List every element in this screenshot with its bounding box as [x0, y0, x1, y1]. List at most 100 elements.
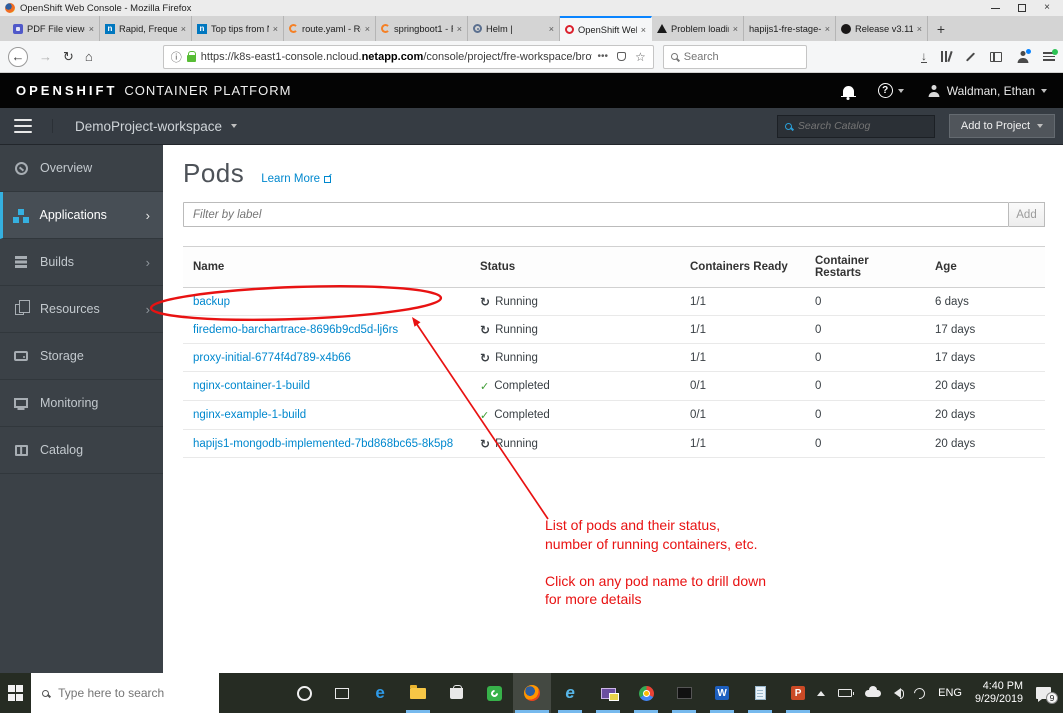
sidebar-item-builds[interactable]: Builds ›: [0, 239, 163, 286]
account-icon[interactable]: [1016, 48, 1031, 63]
catalog-search-box[interactable]: [776, 114, 935, 138]
secure-lock-icon[interactable]: [186, 50, 196, 62]
pod-name-link[interactable]: hapijs1-mongodb-implemented-7bd868bc65-8…: [193, 438, 453, 450]
tab-springboot1[interactable]: springboot1 - F ×: [376, 16, 468, 41]
notepad-button[interactable]: [741, 673, 779, 713]
browser-search-input[interactable]: [683, 50, 774, 63]
nav-hamburger-icon[interactable]: [14, 119, 53, 133]
tab-top-tips[interactable]: n Top tips from N ×: [192, 16, 284, 41]
task-view-button[interactable]: [323, 673, 361, 713]
restarts-value: 0: [805, 429, 925, 458]
tab-rapid-frequent[interactable]: n Rapid, Frequen ×: [100, 16, 192, 41]
close-tab-icon[interactable]: ×: [365, 24, 370, 34]
edit-toolbar-icon[interactable]: [965, 51, 976, 62]
command-prompt-button[interactable]: [665, 673, 703, 713]
action-center-icon[interactable]: 9: [1036, 687, 1058, 704]
start-button[interactable]: [0, 673, 31, 713]
add-filter-button[interactable]: Add: [1009, 202, 1045, 227]
new-tab-button[interactable]: +: [928, 16, 954, 41]
table-row: nginx-container-1-build ✓ Completed 0/1 0…: [183, 371, 1045, 401]
minimize-icon[interactable]: [991, 7, 1001, 9]
onedrive-icon[interactable]: [865, 685, 882, 697]
status-text: Running: [495, 323, 538, 336]
sidebar-item-storage[interactable]: Storage: [0, 333, 163, 380]
cortana-button[interactable]: [285, 673, 323, 713]
close-tab-icon[interactable]: ×: [89, 24, 94, 34]
chevron-down-icon: [1041, 88, 1047, 93]
volume-icon[interactable]: [894, 688, 905, 699]
restarts-value: 0: [805, 343, 925, 372]
sidebar-item-applications[interactable]: Applications ›: [0, 192, 163, 239]
user-menu[interactable]: Waldman, Ethan: [928, 84, 1047, 98]
tab-problem-loading[interactable]: Problem loadin ×: [652, 16, 744, 41]
close-tab-icon[interactable]: ×: [457, 24, 462, 34]
sidebar-item-monitoring[interactable]: Monitoring: [0, 380, 163, 427]
filter-by-label-input[interactable]: [183, 202, 1009, 227]
sidebar-item-overview[interactable]: Overview: [0, 145, 163, 192]
file-explorer-button[interactable]: [399, 673, 437, 713]
bookmark-star-icon[interactable]: ☆: [635, 50, 646, 64]
tab-pdf-file-viewer[interactable]: PDF File viewer ×: [8, 16, 100, 41]
tab-hapijs1-fre-stage[interactable]: hapijs1-fre-stage-1 ×: [744, 16, 836, 41]
language-indicator[interactable]: ENG: [938, 687, 962, 699]
help-menu[interactable]: ?: [877, 83, 904, 98]
firefox-button[interactable]: [513, 673, 552, 713]
taskbar-search-input[interactable]: [58, 686, 209, 700]
remote-desktop-button[interactable]: [589, 673, 627, 713]
downloads-icon[interactable]: ↓: [921, 50, 927, 63]
library-icon[interactable]: [941, 50, 953, 63]
battery-icon[interactable]: [838, 689, 855, 697]
powerpoint-button[interactable]: P: [779, 673, 817, 713]
close-tab-icon[interactable]: ×: [917, 24, 922, 34]
notification-count-badge: 9: [1046, 692, 1058, 704]
code-editor-icon: [381, 24, 390, 33]
taskbar-search-box[interactable]: [31, 673, 220, 713]
network-icon[interactable]: [911, 685, 928, 701]
project-selector[interactable]: DemoProject-workspace: [75, 119, 238, 134]
home-button[interactable]: ⌂: [85, 49, 93, 64]
chrome-button[interactable]: [627, 673, 665, 713]
back-button[interactable]: ←: [8, 46, 28, 67]
learn-more-link[interactable]: Learn More: [261, 173, 332, 185]
pod-name-link[interactable]: proxy-initial-6774f4d789-x4b66: [193, 352, 351, 364]
pod-name-link[interactable]: nginx-example-1-build: [193, 409, 306, 421]
containers-ready-value: 1/1: [680, 287, 805, 316]
table-row: backup ↻ Running 1/1 0 6 days: [183, 287, 1045, 316]
close-tab-icon[interactable]: ×: [641, 25, 646, 35]
forward-button[interactable]: →: [39, 49, 52, 64]
close-tab-icon[interactable]: ×: [549, 24, 554, 34]
close-tab-icon[interactable]: ×: [273, 24, 278, 34]
tab-release-v311[interactable]: Release v3.11.0 ×: [836, 16, 928, 41]
tab-helm[interactable]: Helm | ×: [468, 16, 560, 41]
menu-icon[interactable]: [1043, 48, 1058, 62]
close-tab-icon[interactable]: ×: [181, 24, 186, 34]
tab-openshift-web-console[interactable]: OpenShift Web ×: [560, 16, 652, 41]
reload-button[interactable]: ↻: [63, 49, 74, 65]
catalog-search-input[interactable]: [797, 120, 908, 132]
pod-name-link[interactable]: backup: [193, 296, 230, 308]
site-info-icon[interactable]: ⓘ: [171, 49, 182, 65]
green-app-button[interactable]: [475, 673, 513, 713]
pod-name-link[interactable]: firedemo-barchartrace-8696b9cd5d-lj6rs: [193, 324, 398, 336]
page-actions-icon[interactable]: •••: [597, 51, 608, 62]
close-icon[interactable]: ×: [1044, 3, 1050, 13]
restore-icon[interactable]: [1018, 4, 1027, 12]
word-button[interactable]: W: [703, 673, 741, 713]
url-bar[interactable]: ⓘ https://k8s-east1-console.ncloud.netap…: [162, 44, 654, 69]
edge-button[interactable]: e: [361, 673, 399, 713]
pocket-icon[interactable]: [617, 52, 626, 61]
close-tab-icon[interactable]: ×: [733, 24, 738, 34]
browser-search-box[interactable]: [662, 44, 807, 69]
sidebar-item-catalog[interactable]: Catalog: [0, 427, 163, 474]
sidebar-toggle-icon[interactable]: [990, 51, 1002, 62]
add-to-project-button[interactable]: Add to Project: [948, 114, 1055, 138]
clock[interactable]: 4:40 PM 9/29/2019: [975, 680, 1023, 706]
pod-name-link[interactable]: nginx-container-1-build: [193, 380, 310, 392]
tray-expand-icon[interactable]: [817, 690, 826, 696]
close-tab-icon[interactable]: ×: [825, 24, 830, 34]
notifications-bell-icon[interactable]: [840, 85, 856, 97]
sidebar-item-resources[interactable]: Resources ›: [0, 286, 163, 333]
store-button[interactable]: [437, 673, 475, 713]
tab-route-yaml[interactable]: route.yaml - Re ×: [284, 16, 376, 41]
internet-explorer-button[interactable]: e: [551, 673, 589, 713]
